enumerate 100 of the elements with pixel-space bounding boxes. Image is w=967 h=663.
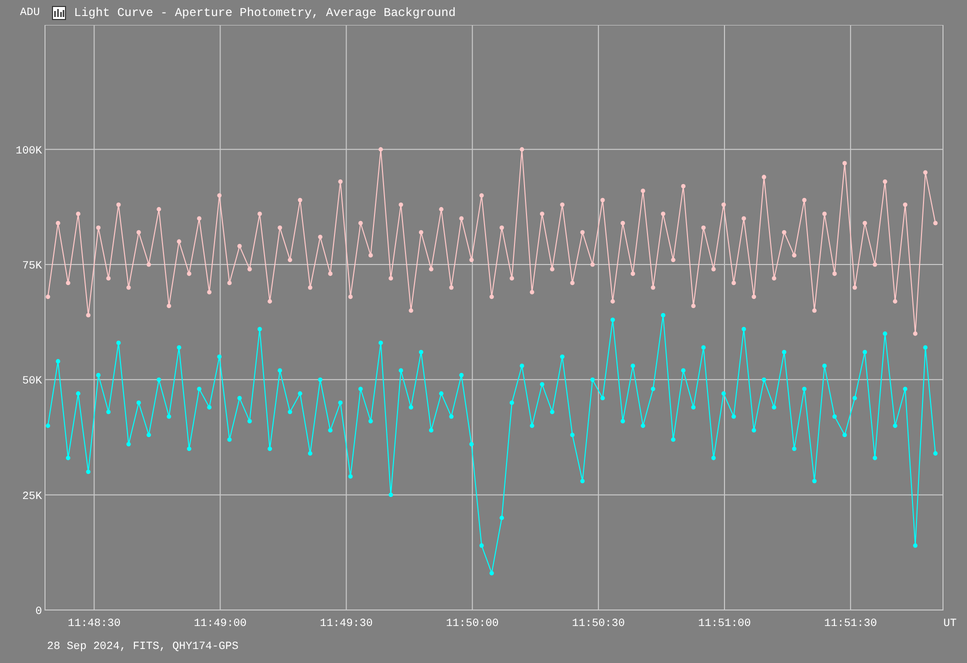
data-point bbox=[146, 262, 151, 267]
data-point bbox=[540, 382, 544, 386]
data-point bbox=[792, 253, 796, 258]
data-point bbox=[338, 179, 343, 184]
data-point bbox=[590, 377, 595, 382]
data-point bbox=[106, 276, 111, 281]
data-point bbox=[318, 377, 322, 382]
data-point bbox=[882, 331, 888, 336]
data-point bbox=[822, 212, 827, 216]
data-point bbox=[398, 368, 404, 373]
data-point bbox=[892, 299, 898, 304]
data-point bbox=[116, 340, 121, 346]
data-point bbox=[298, 198, 302, 202]
axis-label: 75K bbox=[22, 260, 42, 273]
data-point bbox=[268, 299, 272, 304]
data-point bbox=[207, 405, 212, 410]
data-point bbox=[428, 428, 434, 433]
data-point bbox=[348, 294, 353, 299]
data-point bbox=[207, 290, 212, 294]
data-point bbox=[166, 304, 172, 308]
data-point bbox=[268, 446, 272, 451]
data-point bbox=[882, 179, 888, 184]
data-point bbox=[711, 266, 716, 272]
data-point bbox=[479, 543, 484, 548]
data-point bbox=[822, 364, 827, 368]
data-point bbox=[500, 516, 504, 520]
data-point bbox=[428, 266, 434, 272]
data-point bbox=[398, 202, 404, 207]
data-point bbox=[247, 418, 252, 424]
data-point bbox=[298, 391, 302, 396]
data-point bbox=[156, 377, 162, 382]
data-point bbox=[520, 364, 524, 368]
status-text: 28 Sep 2024, FITS, QHY174-GPS bbox=[47, 641, 238, 653]
data-point bbox=[388, 492, 394, 498]
data-point bbox=[459, 216, 464, 221]
data-point bbox=[166, 414, 172, 419]
data-point bbox=[66, 456, 70, 460]
data-point bbox=[530, 290, 534, 294]
data-point bbox=[852, 285, 857, 290]
data-point bbox=[328, 272, 333, 276]
data-point bbox=[358, 386, 363, 392]
axis-label: 11:48:30 bbox=[68, 618, 121, 630]
data-point bbox=[106, 410, 111, 414]
data-point bbox=[510, 276, 514, 281]
axis-label: 100K bbox=[16, 145, 42, 158]
data-point bbox=[237, 244, 242, 248]
data-point bbox=[258, 212, 262, 216]
data-point bbox=[590, 262, 595, 267]
data-point bbox=[620, 418, 625, 424]
data-point bbox=[923, 345, 928, 350]
data-point bbox=[913, 543, 918, 548]
data-point bbox=[278, 225, 282, 230]
data-point bbox=[842, 161, 847, 166]
data-point bbox=[721, 391, 726, 396]
data-point bbox=[691, 405, 696, 410]
data-point bbox=[832, 414, 837, 419]
axis-label: 11:51:30 bbox=[824, 618, 877, 630]
data-point bbox=[721, 202, 726, 207]
data-point bbox=[96, 372, 101, 378]
data-point bbox=[368, 418, 373, 424]
data-point bbox=[186, 272, 192, 276]
data-point bbox=[782, 350, 786, 354]
data-point bbox=[490, 570, 494, 576]
data-point bbox=[933, 220, 938, 226]
data-point bbox=[610, 299, 615, 304]
data-point bbox=[237, 396, 242, 400]
data-point bbox=[46, 424, 50, 428]
axis-title: UT bbox=[943, 618, 957, 630]
data-point bbox=[76, 212, 80, 216]
data-point bbox=[358, 220, 363, 226]
data-point bbox=[802, 386, 807, 392]
data-point bbox=[86, 470, 90, 474]
axis-label: 11:49:00 bbox=[194, 618, 247, 630]
data-point bbox=[490, 294, 494, 299]
data-point bbox=[197, 216, 202, 221]
data-point bbox=[217, 354, 222, 359]
data-point bbox=[388, 276, 394, 281]
data-point bbox=[418, 230, 424, 234]
data-point bbox=[772, 405, 776, 410]
data-point bbox=[762, 377, 766, 382]
data-point bbox=[610, 318, 615, 322]
data-point bbox=[913, 331, 918, 336]
data-point bbox=[66, 280, 70, 286]
data-point bbox=[802, 198, 807, 202]
data-point bbox=[308, 285, 312, 290]
data-point bbox=[923, 170, 928, 175]
data-point bbox=[872, 456, 878, 460]
data-point bbox=[691, 304, 696, 308]
data-point bbox=[520, 147, 524, 152]
data-point bbox=[671, 258, 676, 262]
data-point bbox=[711, 456, 716, 460]
data-point bbox=[681, 184, 686, 188]
data-point bbox=[449, 414, 454, 419]
data-point bbox=[782, 230, 786, 234]
data-point bbox=[742, 216, 746, 221]
axis-label: 50K bbox=[22, 376, 42, 388]
data-point bbox=[56, 359, 60, 364]
data-point bbox=[418, 350, 424, 354]
data-point bbox=[378, 147, 383, 152]
data-point bbox=[701, 345, 706, 350]
